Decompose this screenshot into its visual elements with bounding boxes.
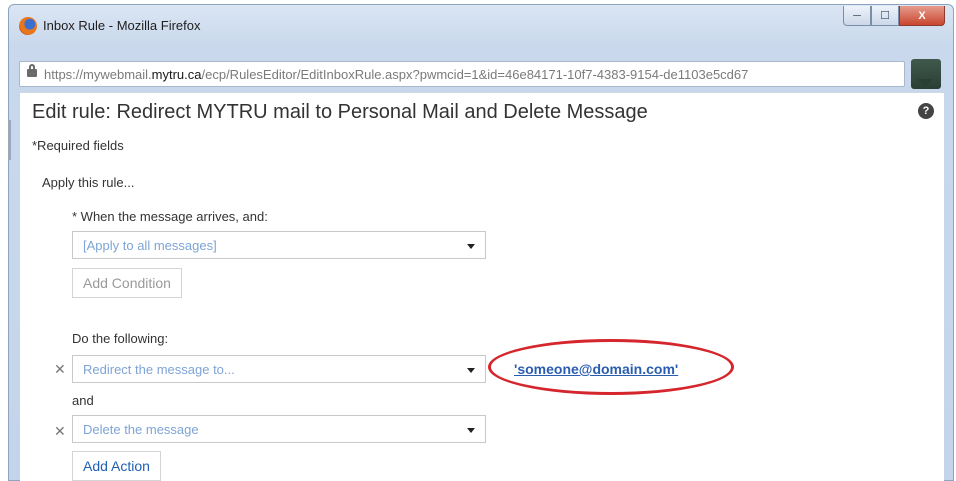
title-bar[interactable]: Inbox Rule - Mozilla Firefox ─ ☐ X: [9, 5, 953, 45]
do-following-label: Do the following:: [72, 331, 169, 346]
apply-rule-label: Apply this rule...: [42, 175, 135, 190]
window-title: Inbox Rule - Mozilla Firefox: [43, 18, 201, 33]
redirect-recipient-link[interactable]: 'someone@domain.com': [514, 361, 678, 377]
rule-editor-panel: Edit rule: Redirect MYTRU mail to Person…: [20, 92, 944, 481]
required-fields-note: *Required fields: [32, 138, 124, 153]
and-label: and: [72, 393, 94, 408]
help-icon[interactable]: ?: [918, 103, 934, 119]
firefox-logo-icon: [19, 17, 37, 35]
remove-action-icon[interactable]: ✕: [54, 361, 66, 378]
lock-icon: [27, 64, 37, 77]
action-select-delete[interactable]: Delete the message: [72, 415, 486, 443]
window-controls: ─ ☐ X: [843, 6, 945, 26]
maximize-button[interactable]: ☐: [871, 6, 899, 26]
window-edge: [8, 120, 11, 160]
page-title: Edit rule: Redirect MYTRU mail to Person…: [32, 101, 648, 123]
chevron-down-icon: [467, 428, 475, 433]
when-label: * When the message arrives, and:: [72, 209, 268, 224]
page-action-icon[interactable]: [911, 59, 941, 89]
condition-select[interactable]: [Apply to all messages]: [72, 231, 486, 259]
action-select-value: Delete the message: [83, 422, 199, 437]
chevron-down-icon: [467, 244, 475, 249]
action-select-value: Redirect the message to...: [83, 362, 235, 377]
add-action-button[interactable]: Add Action: [72, 451, 161, 481]
chevron-down-icon: [467, 368, 475, 373]
condition-select-value: [Apply to all messages]: [83, 238, 217, 253]
add-condition-button[interactable]: Add Condition: [72, 268, 182, 298]
url-bar[interactable]: https://mywebmail.mytru.ca/ecp/RulesEdit…: [19, 61, 905, 87]
action-select-redirect[interactable]: Redirect the message to...: [72, 355, 486, 383]
minimize-button[interactable]: ─: [843, 6, 871, 26]
url-text[interactable]: https://mywebmail.mytru.ca/ecp/RulesEdit…: [44, 67, 896, 82]
close-button[interactable]: X: [899, 6, 945, 26]
remove-action-icon[interactable]: ✕: [54, 423, 66, 440]
